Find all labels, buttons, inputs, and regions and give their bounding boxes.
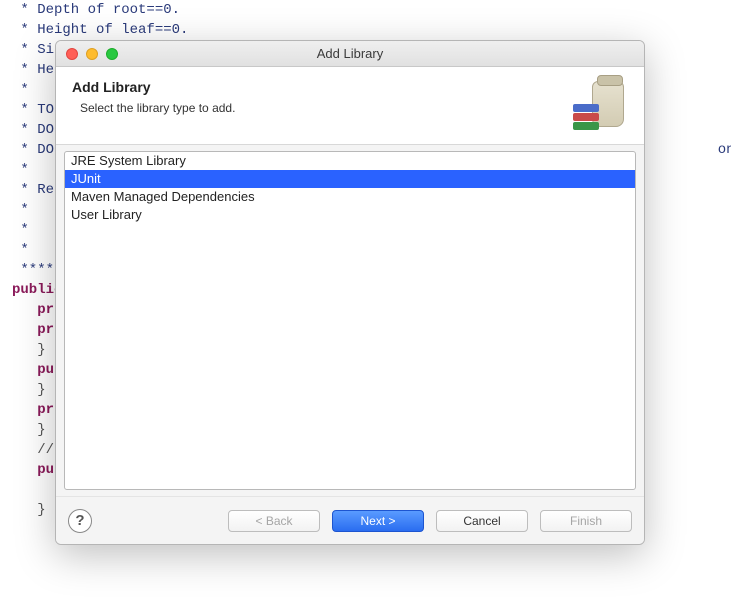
list-item[interactable]: User Library (65, 206, 635, 224)
window-title: Add Library (56, 46, 644, 61)
list-item[interactable]: JRE System Library (65, 152, 635, 170)
back-button: < Back (228, 510, 320, 532)
dialog-heading: Add Library (72, 79, 235, 95)
dialog-header: Add Library Select the library type to a… (56, 67, 644, 145)
library-jar-icon (573, 79, 628, 134)
add-library-dialog: Add Library Add Library Select the libra… (55, 40, 645, 545)
zoom-icon[interactable] (106, 48, 118, 60)
dialog-button-bar: ? < Back Next > Cancel Finish (56, 496, 644, 544)
help-button[interactable]: ? (68, 509, 92, 533)
dialog-titlebar[interactable]: Add Library (56, 41, 644, 67)
minimize-icon[interactable] (86, 48, 98, 60)
next-button[interactable]: Next > (332, 510, 424, 532)
close-icon[interactable] (66, 48, 78, 60)
dialog-subtitle: Select the library type to add. (80, 101, 235, 115)
list-item[interactable]: JUnit (65, 170, 635, 188)
cancel-button[interactable]: Cancel (436, 510, 528, 532)
list-item[interactable]: Maven Managed Dependencies (65, 188, 635, 206)
library-list-area: JRE System LibraryJUnitMaven Managed Dep… (56, 145, 644, 496)
finish-button: Finish (540, 510, 632, 532)
library-type-list[interactable]: JRE System LibraryJUnitMaven Managed Dep… (64, 151, 636, 490)
